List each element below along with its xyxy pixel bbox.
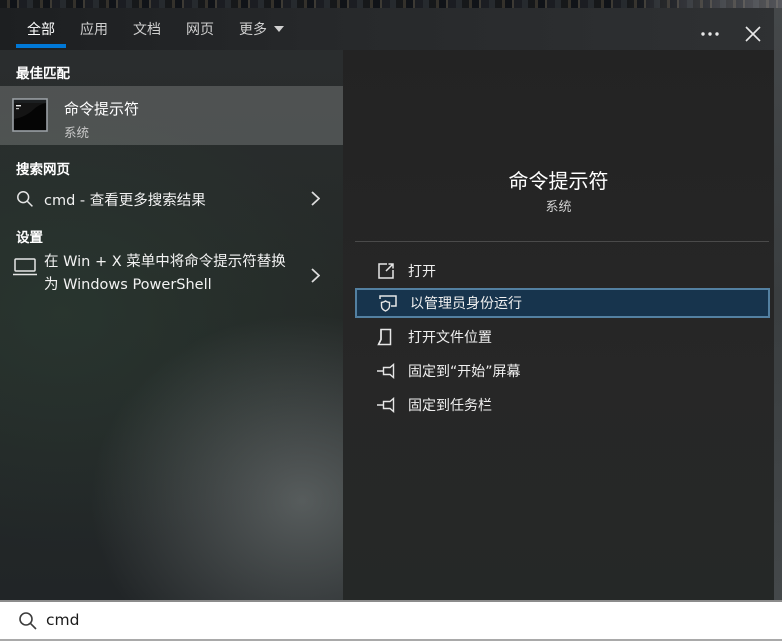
tab-more[interactable]: 更多 [239, 8, 284, 50]
tab-all-label: 全部 [27, 19, 55, 39]
action-pin-to-taskbar[interactable]: 固定到任务栏 [355, 390, 770, 420]
cmd-window-icon [12, 97, 48, 133]
close-button[interactable] [738, 19, 768, 49]
search-web-header: 搜索网页 [16, 158, 70, 178]
action-run-as-administrator-label: 以管理员身份运行 [410, 293, 522, 313]
tab-list: 全部 应用 文档 网页 更多 [27, 8, 284, 50]
tab-web[interactable]: 网页 [186, 8, 214, 50]
chevron-right-icon [311, 191, 320, 206]
tab-web-label: 网页 [186, 19, 214, 39]
caret-down-icon [274, 26, 284, 32]
settings-item-label: 在 Win + X 菜单中将命令提示符替换为 Windows PowerShel… [44, 251, 288, 297]
right-edge-strip [774, 8, 782, 600]
action-open-file-location[interactable]: 打开文件位置 [355, 322, 770, 352]
preview-divider [355, 241, 769, 242]
active-tab-underline [16, 44, 66, 48]
run-as-admin-shield-icon [379, 294, 398, 312]
search-bar[interactable]: cmd [0, 600, 782, 641]
best-match-subtitle: 系统 [64, 122, 89, 141]
results-panel: 最佳匹配 命令提示符 系统 搜索网页 cmd - 查看更多搜索结果 设置 [0, 50, 343, 600]
close-icon [744, 25, 762, 43]
settings-item-powershell-swap[interactable]: 在 Win + X 菜单中将命令提示符替换为 Windows PowerShel… [0, 248, 343, 302]
chevron-right-icon [311, 268, 320, 283]
desktop-edge-strip [0, 0, 782, 8]
preview-title: 命令提示符 [343, 165, 774, 194]
tab-apps-label: 应用 [80, 19, 108, 39]
more-options-button[interactable] [695, 19, 725, 49]
web-search-item-label: cmd - 查看更多搜索结果 [44, 189, 206, 210]
best-match-header: 最佳匹配 [16, 62, 70, 82]
action-open[interactable]: 打开 [355, 256, 770, 286]
action-pin-to-start-label: 固定到“开始”屏幕 [408, 361, 521, 381]
preview-subtitle: 系统 [343, 196, 774, 215]
tab-documents-label: 文档 [133, 19, 161, 39]
pin-icon [377, 363, 396, 379]
open-folder-icon [377, 328, 393, 346]
window-controls [695, 19, 768, 49]
open-window-icon [377, 262, 395, 280]
search-icon [16, 190, 34, 208]
best-match-title: 命令提示符 [64, 98, 139, 119]
pin-icon [377, 397, 396, 413]
action-run-as-administrator[interactable]: 以管理员身份运行 [355, 288, 770, 318]
preview-panel: C:\_ 命令提示符 系统 打开 以管理员身份运行 打开文件位置 [343, 50, 774, 600]
search-filter-tabbar: 全部 应用 文档 网页 更多 [0, 8, 782, 50]
settings-header: 设置 [16, 226, 43, 246]
search-input-value[interactable]: cmd [46, 611, 79, 629]
tab-documents[interactable]: 文档 [133, 8, 161, 50]
action-open-file-location-label: 打开文件位置 [408, 327, 492, 347]
tab-apps[interactable]: 应用 [80, 8, 108, 50]
best-match-result-cmd[interactable]: 命令提示符 系统 [0, 86, 343, 145]
action-pin-to-taskbar-label: 固定到任务栏 [408, 395, 492, 415]
ellipsis-icon [700, 31, 720, 37]
device-icon [13, 258, 37, 276]
windows-search-flyout: 全部 应用 文档 网页 更多 [0, 0, 782, 641]
tab-more-label: 更多 [239, 19, 267, 39]
search-icon [18, 611, 38, 631]
tab-all[interactable]: 全部 [27, 8, 55, 50]
web-search-item-cmd[interactable]: cmd - 查看更多搜索结果 [0, 180, 343, 218]
action-pin-to-start[interactable]: 固定到“开始”屏幕 [355, 356, 770, 386]
action-open-label: 打开 [408, 261, 436, 281]
